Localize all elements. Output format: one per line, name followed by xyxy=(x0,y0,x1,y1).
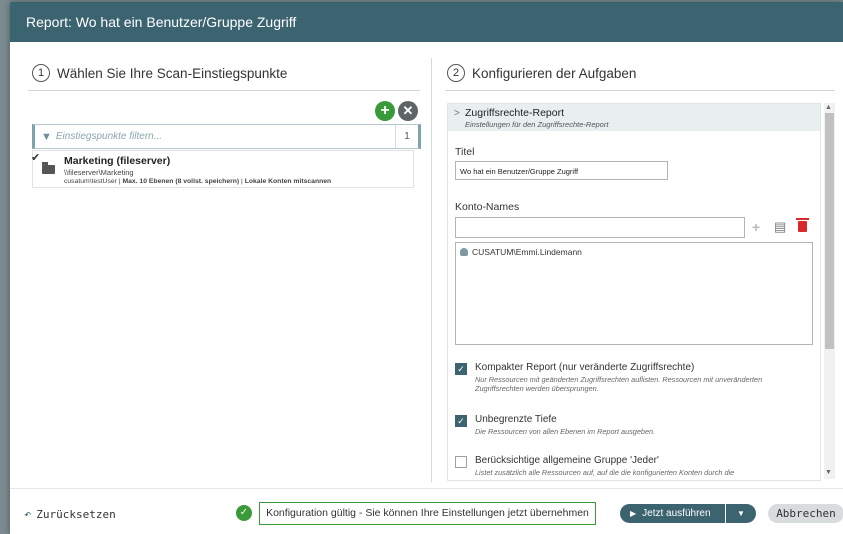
list-item[interactable]: CUSATUM\Emmi.Lindemann xyxy=(460,247,582,257)
entry-user: cusatum\testUser xyxy=(64,178,117,185)
konto-label: Konto-Names xyxy=(455,201,520,213)
run-options-dropdown[interactable]: ▼ xyxy=(726,504,756,523)
scrollbar-thumb[interactable] xyxy=(825,113,834,349)
entry-path: \\fileserver\Marketing xyxy=(64,168,134,177)
chevron-down-icon: ▼ xyxy=(737,509,745,518)
remove-entry-button[interactable]: ✕ xyxy=(398,101,418,121)
titel-input[interactable]: Wo hat ein Benutzer/Gruppe Zugriff xyxy=(455,161,668,180)
option-title: Berücksichtige allgemeine Gruppe 'Jeder' xyxy=(475,455,659,466)
user-group-icon xyxy=(460,248,468,256)
right-heading-text: Konfigurieren der Aufgaben xyxy=(472,65,637,81)
step-number-1: 1 xyxy=(32,64,50,82)
plus-icon[interactable]: + xyxy=(752,219,760,235)
step-number-2: 2 xyxy=(447,64,465,82)
unlimited-depth-checkbox[interactable]: ✓ xyxy=(455,415,467,427)
option-title: Kompakter Report (nur veränderte Zugriff… xyxy=(475,362,695,373)
section-subtitle: Einstellungen für den Zugriffsrechte-Rep… xyxy=(465,120,609,129)
titel-label: Titel xyxy=(455,146,475,158)
reset-label: Zurücksetzen xyxy=(36,507,116,521)
account-list[interactable]: CUSATUM\Emmi.Lindemann xyxy=(455,242,813,345)
config-scrollbar[interactable]: ▲ ▼ xyxy=(824,103,835,479)
ok-icon: ✓ xyxy=(236,505,252,521)
clipboard-icon[interactable]: ▤ xyxy=(774,219,786,235)
option-desc: Listet zusätzlich alle Ressourcen auf, a… xyxy=(475,468,735,477)
task-config-panel: > Zugriffsrechte-Report Einstellungen fü… xyxy=(447,103,821,481)
reset-icon: ↶ xyxy=(24,507,32,521)
filter-icon: ▼ xyxy=(41,130,52,143)
option-desc: Nur Ressourcen mit geänderten Zugriffsre… xyxy=(475,375,763,393)
left-divider xyxy=(28,90,420,91)
section-header[interactable]: > Zugriffsrechte-Report Einstellungen fü… xyxy=(448,104,820,131)
trash-icon[interactable] xyxy=(796,218,809,232)
entry-depth: Max. 10 Ebenen (8 vollst. speichern) xyxy=(122,178,240,185)
play-icon: ▶ xyxy=(630,509,637,518)
left-heading-text: Wählen Sie Ihre Scan-Einstiegspunkte xyxy=(57,65,288,81)
entry-filter[interactable]: ▼ Einstiegspunkte filtern... 1 xyxy=(32,124,421,149)
scroll-down-icon[interactable]: ▼ xyxy=(825,469,832,476)
column-divider xyxy=(431,58,432,482)
option-desc: Die Ressourcen von allen Ebenen im Repor… xyxy=(475,427,656,436)
entry-option: Lokale Konten mitscannen xyxy=(244,178,332,185)
chevron-right-icon: > xyxy=(454,108,460,119)
option-title: Unbegrenzte Tiefe xyxy=(475,414,557,425)
reset-button[interactable]: ↶ Zurücksetzen xyxy=(24,507,116,521)
section-title: Zugriffsrechte-Report xyxy=(465,107,565,119)
filter-count: 1 xyxy=(395,125,418,148)
report-dialog: Report: Wo hat ein Benutzer/Gruppe Zugri… xyxy=(10,2,843,534)
cancel-button[interactable]: Abbrechen xyxy=(768,504,843,523)
left-heading: 1 Wählen Sie Ihre Scan-Einstiegspunkte xyxy=(32,64,287,82)
run-label: Jetzt ausführen xyxy=(642,508,711,519)
right-heading: 2 Konfigurieren der Aufgaben xyxy=(447,64,636,82)
check-icon: ✔ xyxy=(31,152,41,164)
folder-icon xyxy=(42,162,55,174)
list-item[interactable]: ✔ Marketing (fileserver) \\fileserver\Ma… xyxy=(31,150,414,188)
status-message: Konfiguration gültig - Sie können Ihre E… xyxy=(259,502,596,525)
konto-input[interactable] xyxy=(455,217,745,238)
entry-meta: cusatum\testUser | Max. 10 Ebenen (8 vol… xyxy=(64,178,332,185)
run-now-button[interactable]: ▶ Jetzt ausführen xyxy=(620,504,725,523)
footer-divider xyxy=(10,488,843,489)
right-divider xyxy=(445,90,835,91)
compact-report-checkbox[interactable]: ✓ xyxy=(455,363,467,375)
everyone-group-checkbox[interactable] xyxy=(455,456,467,468)
filter-input[interactable]: Einstiegspunkte filtern... xyxy=(56,131,395,142)
entry-title: Marketing (fileserver) xyxy=(64,155,171,167)
account-name: CUSATUM\Emmi.Lindemann xyxy=(472,247,582,257)
scroll-up-icon[interactable]: ▲ xyxy=(825,104,832,111)
add-entry-button[interactable]: + xyxy=(375,101,395,121)
dialog-title: Report: Wo hat ein Benutzer/Gruppe Zugri… xyxy=(10,2,843,42)
